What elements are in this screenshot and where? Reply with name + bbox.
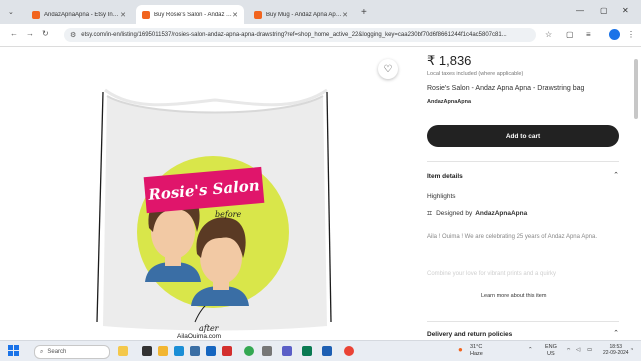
reload-icon[interactable]: ↻ bbox=[42, 29, 49, 38]
tab-mug[interactable]: Buy Mug - Andaz Apna Apna Coffee ✕ bbox=[248, 5, 354, 24]
taskbar: ⌕ Search ● 31°C Haze ⌃ ENG US ⌔ ◁ ▭ 18:5… bbox=[0, 340, 641, 361]
url-text: etsy.com/in-en/listing/1695011537/rosies… bbox=[81, 32, 507, 38]
banner-text: Rosie's Salon bbox=[147, 176, 261, 204]
maximize-icon[interactable]: ▢ bbox=[600, 6, 608, 15]
store-icon[interactable] bbox=[190, 346, 200, 356]
battery-icon[interactable]: ▭ bbox=[587, 347, 592, 353]
etsy-favicon-icon bbox=[32, 10, 40, 19]
volume-icon[interactable]: ◁ bbox=[576, 347, 580, 353]
designed-by: ⌗ Designed by AndazApnaApna bbox=[427, 208, 527, 219]
add-to-cart-button[interactable]: Add to cart bbox=[427, 125, 619, 147]
language-sub: US bbox=[547, 351, 555, 357]
close-window-icon[interactable]: ✕ bbox=[622, 6, 629, 15]
file-explorer-icon[interactable] bbox=[158, 346, 168, 356]
photos-icon[interactable] bbox=[302, 346, 312, 356]
site-text: AilaOuima.com bbox=[177, 333, 222, 340]
etsy-favicon-icon bbox=[142, 10, 150, 19]
language[interactable]: ENG bbox=[545, 344, 557, 350]
word-icon[interactable] bbox=[322, 346, 332, 356]
after-label: after bbox=[199, 324, 219, 333]
delivery-heading[interactable]: Delivery and return policies bbox=[427, 331, 512, 338]
menu-icon[interactable]: ⋮ bbox=[627, 30, 635, 39]
outlook-icon[interactable] bbox=[206, 346, 216, 356]
weather-desc: Haze bbox=[470, 351, 483, 357]
clock-date: 22-09-2024 bbox=[603, 350, 629, 356]
tray-overflow-icon[interactable]: ⌃ bbox=[528, 347, 533, 353]
reading-list-icon[interactable]: ≡ bbox=[586, 30, 591, 39]
chevron-up-icon[interactable]: ⌃ bbox=[613, 329, 619, 337]
product-image[interactable]: Rosie's Salon before after AilaOuima.com bbox=[95, 82, 335, 340]
tab-etsy-shop[interactable]: AndazApnaApna - Etsy India ✕ bbox=[26, 5, 132, 24]
widgets-icon[interactable] bbox=[118, 346, 128, 356]
windows-start-icon[interactable] bbox=[8, 345, 19, 356]
tab-search-icon[interactable]: ⌄ bbox=[8, 8, 14, 16]
site-info-icon[interactable]: ⚙ bbox=[70, 31, 76, 39]
design-tool-icon: ⌗ bbox=[427, 208, 433, 218]
before-label: before bbox=[215, 210, 242, 219]
product-title: Rosie's Salon - Andaz Apna Apna - Drawst… bbox=[427, 85, 585, 92]
shop-name-link[interactable]: AndazApnaApna bbox=[427, 99, 471, 105]
divider bbox=[427, 321, 619, 322]
tab-title: AndazApnaApna - Etsy India bbox=[44, 11, 121, 18]
tab-title: Buy Rosie's Salon - Andaz Apna Apna bbox=[154, 11, 232, 18]
profile-avatar[interactable] bbox=[609, 29, 620, 40]
clock[interactable]: 18:53 22-09-2024 bbox=[603, 344, 629, 356]
designed-by-shop-link[interactable]: AndazApnaApna bbox=[475, 210, 527, 217]
taskbar-search[interactable]: ⌕ Search bbox=[34, 345, 110, 359]
minimize-icon[interactable]: — bbox=[576, 6, 584, 15]
page-viewport: ♡ Rosie's Salon before after AilaOuima.c… bbox=[0, 47, 641, 340]
search-placeholder: Search bbox=[47, 349, 67, 355]
taxes-note: Local taxes included (where applicable) bbox=[427, 71, 524, 77]
description-faded: Combine your love for vibrant prints and… bbox=[427, 271, 557, 277]
browser-window: ⌄ AndazApnaApna - Etsy India ✕ Buy Rosie… bbox=[0, 0, 641, 361]
edge-icon[interactable] bbox=[174, 346, 184, 356]
weather-temp: 31°C bbox=[470, 344, 483, 350]
extensions-icon[interactable]: ▢ bbox=[566, 30, 574, 39]
tab-product[interactable]: Buy Rosie's Salon - Andaz Apna Apna ✕ bbox=[136, 5, 244, 24]
learn-more-link[interactable]: Learn more about this item bbox=[481, 293, 546, 299]
close-icon[interactable]: ✕ bbox=[232, 11, 238, 19]
item-details-heading[interactable]: Item details bbox=[427, 173, 463, 180]
close-icon[interactable]: ✕ bbox=[342, 11, 348, 19]
pdf-icon[interactable] bbox=[222, 346, 232, 356]
settings-icon[interactable] bbox=[262, 346, 272, 356]
price: ₹ 1,836 bbox=[427, 53, 472, 68]
wifi-icon[interactable]: ⌔ bbox=[566, 347, 571, 354]
tab-bar: ⌄ AndazApnaApna - Etsy India ✕ Buy Rosie… bbox=[0, 0, 641, 24]
product-info-panel: ₹ 1,836 Local taxes included (where appl… bbox=[427, 47, 627, 340]
weather-icon[interactable]: ● bbox=[458, 345, 463, 354]
task-view-icon[interactable] bbox=[142, 346, 152, 356]
chrome-alt-icon[interactable] bbox=[344, 346, 354, 356]
tab-title: Buy Mug - Andaz Apna Apna Coffee bbox=[266, 11, 343, 18]
description-text: Aila ! Ouima ! We are celebrating 25 yea… bbox=[427, 234, 597, 240]
chrome-icon[interactable] bbox=[244, 346, 254, 356]
favorite-heart-icon[interactable]: ♡ bbox=[378, 59, 398, 79]
scrollbar-thumb[interactable] bbox=[634, 59, 638, 119]
teams-icon[interactable] bbox=[282, 346, 292, 356]
divider bbox=[427, 161, 619, 162]
url-field[interactable]: ⚙ etsy.com/in-en/listing/1695011537/rosi… bbox=[64, 28, 536, 42]
chevron-up-icon[interactable]: ⌃ bbox=[613, 171, 619, 179]
new-tab-icon[interactable]: + bbox=[361, 7, 367, 18]
address-bar: ← → ↻ ⚙ etsy.com/in-en/listing/169501153… bbox=[0, 24, 641, 47]
designed-by-prefix: Designed by bbox=[436, 210, 473, 217]
bookmark-star-icon[interactable]: ☆ bbox=[545, 30, 552, 39]
search-icon: ⌕ bbox=[40, 348, 44, 355]
notifications-icon[interactable]: ◔ bbox=[630, 347, 633, 353]
close-icon[interactable]: ✕ bbox=[120, 11, 126, 19]
highlights-heading: Highlights bbox=[427, 193, 456, 200]
etsy-favicon-icon bbox=[254, 10, 262, 19]
forward-icon[interactable]: → bbox=[26, 29, 34, 38]
back-icon[interactable]: ← bbox=[10, 29, 18, 38]
